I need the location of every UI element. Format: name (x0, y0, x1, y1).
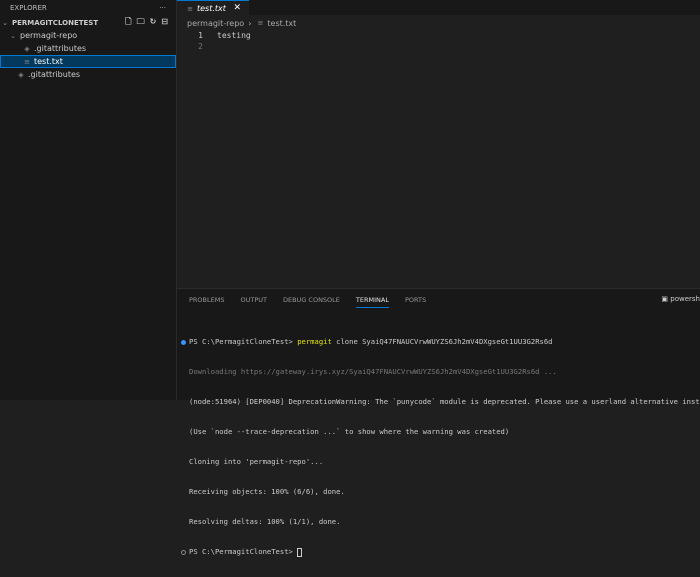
shell-name: powersh (670, 295, 700, 303)
panel-tabs: PROBLEMS OUTPUT DEBUG CONSOLE TERMINAL P… (177, 289, 700, 311)
prompt: PS C:\PermagitCloneTest> (189, 337, 298, 346)
tree-item-file[interactable]: ◈ .gitattributes (0, 42, 176, 55)
item-label: test.txt (34, 57, 63, 66)
terminal-line: Receiving objects: 100% (6/6), done. (189, 487, 345, 496)
prompt: PS C:\PermagitCloneTest> (189, 547, 298, 556)
tab-terminal[interactable]: TERMINAL (355, 293, 389, 308)
breadcrumb-file[interactable]: test.txt (267, 19, 296, 28)
chevron-right-icon: › (248, 18, 252, 28)
tab-test-txt[interactable]: ≡ test.txt ✕ (177, 0, 249, 15)
item-label: permagit-repo (20, 31, 78, 40)
terminal-prompt-line: PS C:\PermagitCloneTest> (181, 547, 700, 557)
bottom-panel: PROBLEMS OUTPUT DEBUG CONSOLE TERMINAL P… (177, 288, 700, 557)
terminal-line: Downloading https://gateway.irys.xyz/Sya… (189, 367, 557, 376)
workspace-root[interactable]: ⌄ PERMAGITCLONETEST 🗋 🗀 ↻ ⊟ (0, 16, 176, 29)
tab-label: test.txt (197, 3, 226, 13)
gear-file-icon: ◈ (18, 70, 24, 79)
terminal-line: (Use `node --trace-deprecation ...` to s… (189, 427, 510, 436)
code-editor[interactable]: 1 testing 2 (177, 31, 700, 53)
tree-item-file-selected[interactable]: ≡ test.txt (0, 55, 176, 68)
explorer-title: EXPLORER (10, 4, 47, 12)
line-number: 2 (198, 42, 203, 51)
command-status-dot (181, 340, 186, 345)
tab-output[interactable]: OUTPUT (240, 293, 267, 307)
explorer-header: EXPLORER ··· (0, 0, 176, 16)
tab-debug-console[interactable]: DEBUG CONSOLE (283, 293, 340, 307)
terminal-icon: ▣ (661, 295, 671, 303)
text-file-icon: ≡ (187, 4, 193, 13)
line-number: 1 (198, 31, 203, 40)
gear-file-icon: ◈ (24, 44, 30, 53)
terminal-cursor (297, 547, 303, 557)
command-status-dot (181, 550, 186, 555)
terminal-line: Resolving deltas: 100% (1/1), done. (189, 517, 341, 526)
breadcrumb-folder[interactable]: permagit-repo (187, 19, 244, 28)
text-file-icon: ≡ (257, 19, 264, 27)
more-actions-button[interactable]: ··· (159, 4, 166, 12)
chevron-down-icon: ⌄ (10, 31, 16, 40)
command: permagit (297, 337, 332, 346)
terminal-command-line: PS C:\PermagitCloneTest> permagit clone … (181, 337, 700, 347)
tab-problems[interactable]: PROBLEMS (189, 293, 224, 307)
tree-item-file[interactable]: ◈ .gitattributes (0, 68, 176, 81)
line-text: testing (217, 31, 251, 40)
new-file-icon[interactable]: 🗋 (125, 17, 131, 26)
code-line: 1 testing (177, 31, 700, 42)
tree-item-folder[interactable]: ⌄ permagit-repo (0, 29, 176, 42)
text-file-icon: ≡ (24, 57, 30, 66)
close-icon[interactable]: ✕ (233, 3, 241, 13)
terminal-shell-selector[interactable]: ▣ powersh (661, 295, 700, 303)
terminal-line: Cloning into 'permagit-repo'... (189, 457, 324, 466)
terminal-line: (node:51964) [DEP0040] DeprecationWarnin… (189, 397, 700, 406)
code-line: 2 (177, 42, 700, 53)
chevron-down-icon: ⌄ (2, 18, 8, 27)
workspace-name: PERMAGITCLONETEST (12, 18, 99, 27)
breadcrumb: permagit-repo › ≡ test.txt (177, 15, 700, 31)
item-label: .gitattributes (28, 70, 81, 79)
new-folder-icon[interactable]: 🗀 (137, 17, 145, 26)
tab-ports[interactable]: PORTS (405, 293, 426, 307)
refresh-icon[interactable]: ↻ (150, 17, 157, 26)
item-label: .gitattributes (34, 44, 87, 53)
explorer-sidebar: EXPLORER ··· ⌄ PERMAGITCLONETEST 🗋 🗀 ↻ ⊟ ⌄ pe… (0, 0, 177, 400)
terminal-output[interactable]: PS C:\PermagitCloneTest> permagit clone … (177, 311, 700, 577)
editor-area: ≡ test.txt ✕ permagit-repo › ≡ test.txt 1… (177, 0, 700, 288)
collapse-icon[interactable]: ⊟ (161, 17, 168, 26)
editor-tabs: ≡ test.txt ✕ (177, 0, 700, 15)
command-args: clone SyaiQ47FNAUCVrwWUYZS6Jh2mV4DXgseGt… (331, 337, 553, 346)
